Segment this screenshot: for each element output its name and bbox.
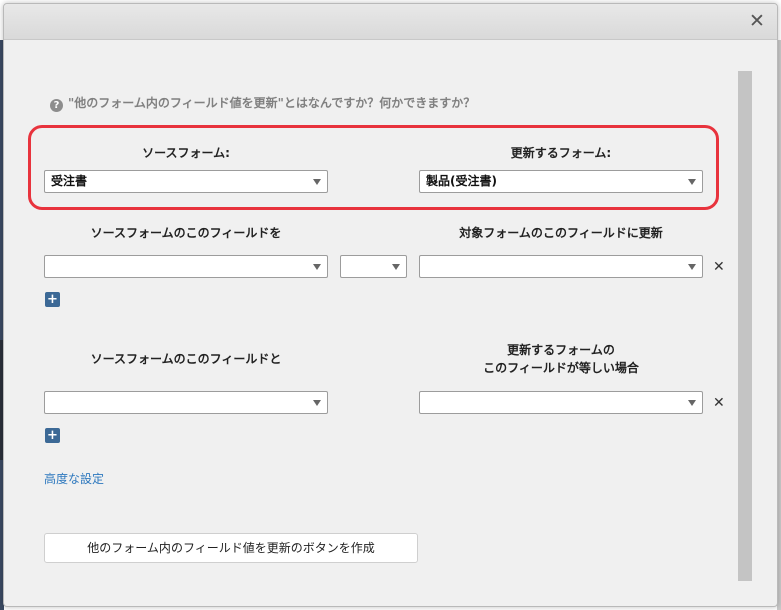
match-target-field-select[interactable] [419,391,703,414]
match-target-field-label-line2: このフィールドが等しい場合 [483,361,639,375]
target-form-label: 更新するフォーム: [510,146,612,160]
update-target-field-label: 対象フォームのこのフィールドに更新 [459,226,663,240]
dialog-scrollbar[interactable] [738,71,752,581]
highlight-annotation [28,125,719,210]
chevron-down-icon [392,264,400,270]
update-target-field-select[interactable] [419,255,703,278]
source-form-select[interactable]: 受注書 [44,170,328,193]
remove-match-row-icon[interactable]: ✕ [713,396,725,410]
question-circle-icon: ? [50,99,63,112]
update-source-field-select[interactable] [44,255,328,278]
operator-select[interactable] [340,255,407,278]
chevron-down-icon [688,179,696,185]
advanced-settings-link[interactable]: 高度な設定 [44,470,104,487]
source-form-label: ソースフォーム: [142,146,230,160]
chevron-down-icon [688,400,696,406]
help-link[interactable]: ? "他のフォーム内のフィールド値を更新"とはなんですか？何かできますか？ [50,94,475,112]
update-source-field-label: ソースフォームのこのフィールドを [90,226,282,240]
chevron-down-icon [313,264,321,270]
match-source-field-label: ソースフォームのこのフィールドと [90,352,282,366]
help-text: "他のフォーム内のフィールド値を更新"とはなんですか？何かできますか？ [68,96,476,110]
close-icon[interactable]: ✕ [747,11,767,31]
source-form-value: 受注書 [51,174,88,188]
target-form-value: 製品(受注書) [426,174,497,188]
dialog-titlebar: ✕ [4,4,777,40]
match-target-field-label: 更新するフォームの このフィールドが等しい場合 [419,341,703,377]
add-update-row-button[interactable]: + [45,292,60,307]
match-source-field-select[interactable] [44,391,328,414]
chevron-down-icon [313,179,321,185]
add-match-row-button[interactable]: + [45,428,60,443]
target-form-select[interactable]: 製品(受注書) [419,170,703,193]
remove-row-icon[interactable]: ✕ [713,260,725,274]
match-target-field-label-line1: 更新するフォームの [507,343,615,357]
chevron-down-icon [688,264,696,270]
chevron-down-icon [313,400,321,406]
create-button[interactable]: 他のフォーム内のフィールド値を更新のボタンを作成 [44,533,418,563]
